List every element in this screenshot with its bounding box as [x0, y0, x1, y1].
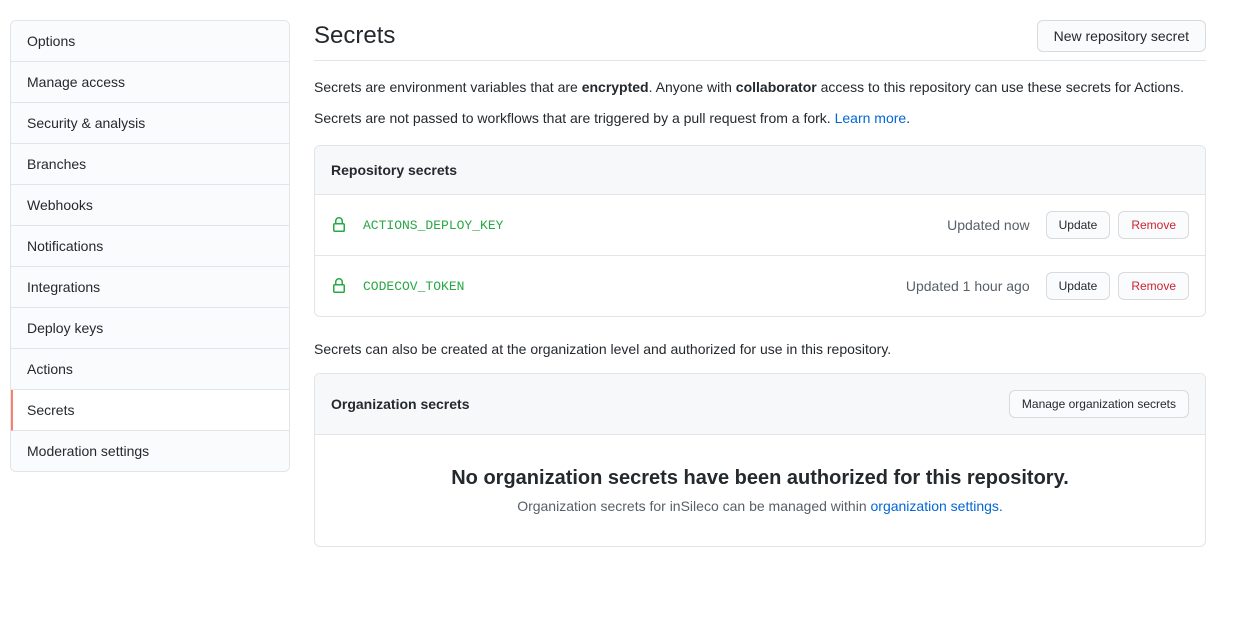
secret-name: ACTIONS_DEPLOY_KEY — [363, 218, 947, 233]
sidebar-item-webhooks[interactable]: Webhooks — [11, 185, 289, 226]
lock-icon — [331, 278, 347, 294]
page-title: Secrets — [314, 22, 395, 50]
page-header: Secrets New repository secret — [314, 20, 1206, 61]
organization-secrets-box: Organization secrets Manage organization… — [314, 373, 1206, 547]
secret-actions: Update Remove — [1046, 211, 1189, 239]
new-repository-secret-button[interactable]: New repository secret — [1037, 20, 1206, 52]
remove-secret-button[interactable]: Remove — [1118, 272, 1189, 300]
secret-row: ACTIONS_DEPLOY_KEY Updated now Update Re… — [315, 195, 1205, 256]
secret-updated: Updated 1 hour ago — [906, 278, 1030, 294]
org-intro-text: Secrets can also be created at the organ… — [314, 341, 1206, 357]
settings-sidebar: Options Manage access Security & analysi… — [10, 20, 290, 571]
sidebar-item-integrations[interactable]: Integrations — [11, 267, 289, 308]
sidebar-item-notifications[interactable]: Notifications — [11, 226, 289, 267]
organization-settings-link[interactable]: organization settings. — [871, 498, 1003, 514]
main-content: Secrets New repository secret Secrets ar… — [290, 20, 1230, 571]
empty-title: No organization secrets have been author… — [347, 467, 1173, 490]
lock-icon — [331, 217, 347, 233]
description-line-2: Secrets are not passed to workflows that… — [314, 108, 1206, 129]
sidebar-item-manage-access[interactable]: Manage access — [11, 62, 289, 103]
secrets-description: Secrets are environment variables that a… — [314, 77, 1206, 129]
sidebar-item-moderation-settings[interactable]: Moderation settings — [11, 431, 289, 471]
organization-secrets-empty: No organization secrets have been author… — [315, 435, 1205, 546]
secret-row: CODECOV_TOKEN Updated 1 hour ago Update … — [315, 256, 1205, 316]
manage-organization-secrets-button[interactable]: Manage organization secrets — [1009, 390, 1189, 418]
secret-actions: Update Remove — [1046, 272, 1189, 300]
secret-updated: Updated now — [947, 217, 1030, 233]
sidebar-item-security-analysis[interactable]: Security & analysis — [11, 103, 289, 144]
empty-text: Organization secrets for inSileco can be… — [347, 498, 1173, 514]
update-secret-button[interactable]: Update — [1046, 272, 1111, 300]
learn-more-link[interactable]: Learn more — [835, 110, 907, 126]
sidebar-item-secrets[interactable]: Secrets — [11, 390, 289, 431]
organization-secrets-header: Organization secrets Manage organization… — [315, 374, 1205, 435]
update-secret-button[interactable]: Update — [1046, 211, 1111, 239]
repository-secrets-title: Repository secrets — [331, 162, 457, 178]
organization-secrets-title: Organization secrets — [331, 396, 470, 412]
remove-secret-button[interactable]: Remove — [1118, 211, 1189, 239]
sidebar-item-actions[interactable]: Actions — [11, 349, 289, 390]
repository-secrets-header: Repository secrets — [315, 146, 1205, 195]
sidebar-item-deploy-keys[interactable]: Deploy keys — [11, 308, 289, 349]
secret-name: CODECOV_TOKEN — [363, 279, 906, 294]
repository-secrets-box: Repository secrets ACTIONS_DEPLOY_KEY Up… — [314, 145, 1206, 317]
sidebar-item-options[interactable]: Options — [11, 21, 289, 62]
description-line-1: Secrets are environment variables that a… — [314, 77, 1206, 98]
settings-menu: Options Manage access Security & analysi… — [10, 20, 290, 472]
sidebar-item-branches[interactable]: Branches — [11, 144, 289, 185]
